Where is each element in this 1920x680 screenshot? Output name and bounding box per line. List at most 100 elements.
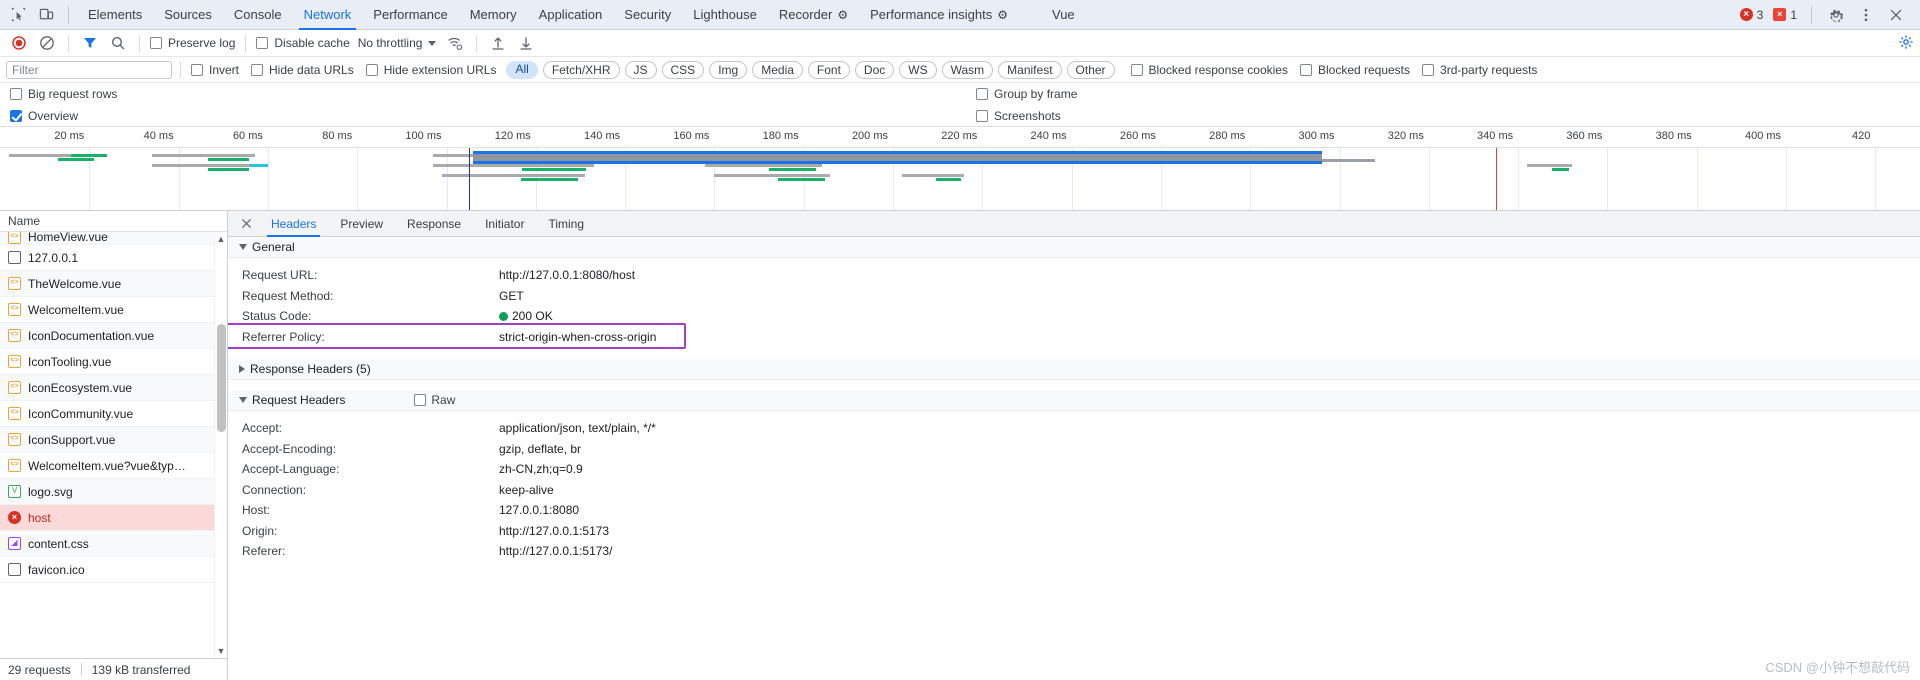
tab-label: Application (538, 6, 603, 22)
filter-chip-all[interactable]: All (506, 60, 538, 79)
timeline-tick-label: 340 ms (1477, 130, 1514, 142)
details-tab-timing[interactable]: Timing (537, 211, 595, 237)
header-key: Request Method: (242, 288, 334, 303)
close-devtools-icon[interactable] (1882, 2, 1910, 28)
filter-chip-ws[interactable]: WS (899, 60, 937, 79)
filter-chip-doc[interactable]: Doc (854, 60, 895, 79)
tab-network[interactable]: Network (293, 0, 363, 30)
details-body[interactable]: General Request URL: http://127.0.0.1:80… (228, 237, 1920, 680)
scroll-down-arrow[interactable]: ▼ (217, 645, 226, 657)
request-list-row[interactable]: <> TheWelcome.vue (0, 271, 227, 297)
header-value: zh-CN,zh;q=0.9 (499, 462, 583, 477)
details-tab-preview[interactable]: Preview (329, 211, 394, 237)
request-list-row[interactable]: × host (0, 505, 227, 531)
hide-data-urls-checkbox[interactable]: Hide data URLs (249, 63, 356, 77)
search-button[interactable] (105, 32, 131, 54)
settings-gear-icon[interactable] (1822, 2, 1850, 28)
request-list-row[interactable]: favicon.ico (0, 557, 227, 583)
filter-chip-font[interactable]: Font (807, 60, 850, 79)
error-count-badge[interactable]: × 3 (1736, 8, 1768, 22)
status-code-value: 200 OK (512, 309, 553, 324)
checkbox-box (10, 88, 22, 100)
status-divider (1811, 5, 1812, 24)
details-tab-initiator[interactable]: Initiator (474, 211, 535, 237)
request-list-row[interactable]: ◢ content.css (0, 531, 227, 557)
toolbar-divider (68, 34, 69, 52)
tab-performance-insights[interactable]: Performance insights ⚙ (859, 0, 1019, 30)
tab-vue[interactable]: Vue (1041, 0, 1086, 30)
general-section-header[interactable]: General (228, 237, 1920, 258)
filter-chip-fetch-xhr[interactable]: Fetch/XHR (542, 60, 620, 79)
hide-extension-urls-checkbox[interactable]: Hide extension URLs (364, 63, 499, 77)
general-row-request-method: Request Method: GET (228, 286, 1920, 307)
import-har-icon[interactable] (485, 32, 511, 54)
request-list-body[interactable]: <> HomeView.vue 127.0.0.1 <> TheWelcome.vue <… (0, 232, 227, 658)
preserve-log-checkbox[interactable]: Preserve log (148, 36, 237, 50)
scrollbar-thumb[interactable] (217, 324, 226, 432)
filter-chip-media[interactable]: Media (752, 60, 803, 79)
request-list-row[interactable]: <> WelcomeItem.vue?vue&typ… (0, 453, 227, 479)
details-tab-headers[interactable]: Headers (260, 211, 327, 237)
request-list-row[interactable]: <> IconEcosystem.vue (0, 375, 227, 401)
export-har-icon[interactable] (513, 32, 539, 54)
request-header-row: Accept-Encoding: gzip, deflate, br (228, 439, 1920, 460)
device-toolbar-icon[interactable] (32, 2, 60, 28)
filter-input[interactable] (6, 60, 172, 79)
request-list-row[interactable]: <> IconSupport.vue (0, 427, 227, 453)
filter-chip-img[interactable]: Img (709, 60, 748, 79)
scroll-up-arrow[interactable]: ▲ (217, 233, 226, 245)
request-list-row[interactable]: <> HomeView.vue (0, 232, 227, 245)
tab-security[interactable]: Security (613, 0, 682, 30)
request-list-row[interactable]: <> WelcomeItem.vue (0, 297, 227, 323)
request-list-row[interactable]: <> IconDocumentation.vue (0, 323, 227, 349)
network-overview-timeline[interactable]: 20 ms 40 ms 60 ms 80 ms 100 ms 120 ms 140 ms 16… (0, 127, 1920, 211)
raw-checkbox[interactable]: Raw (414, 393, 455, 407)
filter-chip-js[interactable]: JS (624, 60, 657, 79)
tab-application[interactable]: Application (528, 0, 614, 30)
clear-button[interactable] (34, 32, 60, 54)
network-settings-gear-icon[interactable] (1898, 34, 1914, 53)
filter-chip-manifest[interactable]: Manifest (998, 60, 1062, 79)
blocked-requests-checkbox[interactable]: Blocked requests (1298, 63, 1412, 77)
tab-console[interactable]: Console (223, 0, 293, 30)
tab-sources[interactable]: Sources (153, 0, 223, 30)
close-details-icon[interactable] (234, 213, 258, 235)
tab-memory[interactable]: Memory (459, 0, 528, 30)
request-name: TheWelcome.vue (28, 276, 122, 291)
screenshots-checkbox[interactable]: Screenshots (976, 109, 1061, 123)
request-headers-section-header[interactable]: Request Headers Raw (228, 390, 1920, 411)
disable-cache-checkbox[interactable]: Disable cache (254, 36, 351, 50)
timeline-tick-label: 220 ms (941, 130, 978, 142)
overview-checkbox[interactable]: Overview (8, 109, 80, 123)
throttling-value: No throttling (357, 36, 423, 50)
warning-count-badge[interactable]: × 1 (1769, 8, 1801, 22)
filter-chip-wasm[interactable]: Wasm (941, 60, 994, 79)
blocked-response-cookies-checkbox[interactable]: Blocked response cookies (1129, 63, 1290, 77)
request-name: favicon.ico (28, 562, 85, 577)
tab-performance[interactable]: Performance (362, 0, 458, 30)
invert-checkbox[interactable]: Invert (189, 63, 241, 77)
filter-button[interactable] (77, 32, 103, 54)
filter-chip-css[interactable]: CSS (661, 60, 705, 79)
request-list-row[interactable]: <> IconTooling.vue (0, 349, 227, 375)
more-options-icon[interactable] (1852, 2, 1880, 28)
request-list-scrollbar[interactable]: ▲ ▼ (214, 232, 227, 658)
request-list-row[interactable]: Vlogo.svg (0, 479, 227, 505)
throttling-dropdown[interactable]: No throttling (354, 36, 441, 50)
big-request-rows-checkbox[interactable]: Big request rows (8, 87, 119, 101)
tab-elements[interactable]: Elements (77, 0, 153, 30)
network-conditions-icon[interactable] (442, 32, 468, 54)
request-list-row[interactable]: <> IconCommunity.vue (0, 401, 227, 427)
tab-recorder[interactable]: Recorder ⚙ (768, 0, 859, 30)
request-header-row: Connection: keep-alive (228, 480, 1920, 501)
group-by-frame-checkbox[interactable]: Group by frame (976, 87, 1077, 101)
third-party-requests-checkbox[interactable]: 3rd-party requests (1420, 63, 1539, 77)
inspect-element-icon[interactable] (4, 2, 32, 28)
filter-chip-other[interactable]: Other (1066, 60, 1115, 79)
tab-lighthouse[interactable]: Lighthouse (682, 0, 768, 30)
response-headers-section-header[interactable]: Response Headers (5) (228, 359, 1920, 380)
request-list-row[interactable]: 127.0.0.1 (0, 245, 227, 271)
details-tab-response[interactable]: Response (396, 211, 472, 237)
request-list-header[interactable]: Name (0, 211, 227, 232)
record-button[interactable] (6, 32, 32, 54)
